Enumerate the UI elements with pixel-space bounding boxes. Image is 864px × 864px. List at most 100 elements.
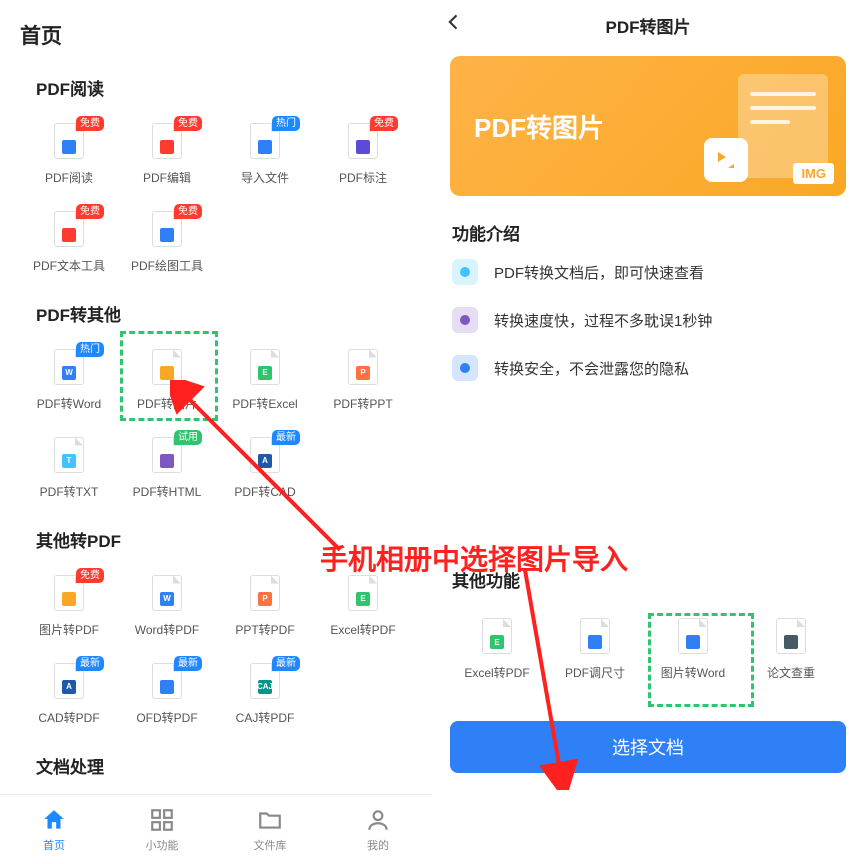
section-pdf-read-title: PDF阅读 [0, 60, 432, 110]
file-icon: E [348, 575, 378, 611]
chevron-left-icon [444, 12, 464, 32]
tool-label: PDF转图片 [137, 395, 197, 412]
feature-text: 转换速度快，过程不多耽误1秒钟 [494, 310, 712, 331]
tool-label: PDF标注 [339, 169, 387, 186]
tool-label: PDF转TXT [40, 483, 99, 500]
tool-convert-0[interactable]: WPDF转Word热门 [20, 336, 118, 424]
tool-label: PDF阅读 [45, 169, 93, 186]
tool-topdf-2[interactable]: P PPT转PDF [216, 562, 314, 650]
badge: 最新 [76, 656, 104, 671]
tool-read-3[interactable]: PDF标注 免费 [314, 110, 412, 198]
badge: 免费 [370, 116, 398, 131]
badge: 最新 [174, 656, 202, 671]
badge: 免费 [174, 204, 202, 219]
tool-read-1[interactable]: PDF编辑 免费 [118, 110, 216, 198]
feature-item-0: PDF转换文档后，即可快速查看 [452, 259, 844, 285]
nav-tools[interactable]: 小功能 [108, 795, 216, 864]
file-icon: P [348, 349, 378, 385]
nav-label: 文件库 [254, 837, 287, 853]
tool-label: 图片转PDF [39, 621, 99, 638]
nav-label: 我的 [367, 837, 389, 853]
feature-icon [452, 259, 478, 285]
other-label: Excel转PDF [464, 664, 529, 681]
file-icon [678, 618, 708, 654]
tool-label: OFD转PDF [136, 709, 197, 726]
banner-img-tag: IMG [793, 163, 834, 184]
file-icon: E [482, 618, 512, 654]
left-screen-home: 首页 PDF阅读 PDF阅读免费PDF编辑免费导入文件热门PDF标注免费PDF文… [0, 0, 432, 864]
feature-item-2: 转换安全，不会泄露您的隐私 [452, 355, 844, 381]
tool-label: CAJ转PDF [236, 709, 295, 726]
tool-topdf-0[interactable]: 图片转PDF免费 [20, 562, 118, 650]
banner-title: PDF转图片 [474, 108, 604, 145]
file-icon [580, 618, 610, 654]
screen-title: PDF转图片 [606, 13, 691, 38]
page-title: 首页 [0, 0, 432, 60]
tool-topdf-4[interactable]: ACAD转PDF最新 [20, 650, 118, 738]
file-icon: T [54, 437, 84, 473]
grid-pdf-convert: WPDF转Word热门 PDF转图片 E PDF转Excel P PDF转PPT T PDF转… [0, 336, 432, 512]
tool-read-2[interactable]: 导入文件热门 [216, 110, 314, 198]
right-screen-pdf-to-image: PDF转图片 PDF转图片 IMG 功能介绍 PDF转换文档后，即可快速查看转换… [432, 0, 864, 864]
nav-label: 首页 [43, 837, 65, 853]
tool-label: Excel转PDF [330, 621, 395, 638]
tool-topdf-1[interactable]: WWord转PDF [118, 562, 216, 650]
badge: 最新 [272, 430, 300, 445]
tool-convert-3[interactable]: P PDF转PPT [314, 336, 412, 424]
feature-icon [452, 355, 478, 381]
section-pdf-convert-title: PDF转其他 [0, 286, 432, 336]
nav-files[interactable]: 文件库 [216, 795, 324, 864]
other-functions-grid: E Excel转PDF PDF调尺寸 图片转Word论文查重 [432, 606, 864, 693]
tool-label: PDF绘图工具 [131, 257, 203, 274]
file-icon: E [250, 349, 280, 385]
header: PDF转图片 [432, 0, 864, 50]
tool-label: Word转PDF [135, 621, 199, 638]
other-item-0[interactable]: E Excel转PDF [448, 606, 546, 693]
tool-label: PDF转HTML [133, 483, 202, 500]
tool-label: PPT转PDF [235, 621, 294, 638]
feature-list: PDF转换文档后，即可快速查看转换速度快，过程不多耽误1秒钟转换安全，不会泄露您… [432, 259, 864, 381]
tool-label: PDF转Word [37, 395, 101, 412]
features-title: 功能介绍 [432, 214, 864, 259]
tool-label: PDF转Excel [232, 395, 297, 412]
tool-read-4[interactable]: PDF文本工具 免费 [20, 198, 118, 286]
grid-to-pdf: 图片转PDF免费WWord转PDF P PPT转PDF E Excel转PDF ACAD转… [0, 562, 432, 738]
bottom-nav: 首页 小功能 文件库 我的 [0, 794, 432, 864]
tool-convert-2[interactable]: E PDF转Excel [216, 336, 314, 424]
badge: 试用 [174, 430, 202, 445]
tool-convert-1[interactable]: PDF转图片 [118, 336, 216, 424]
tool-label: 导入文件 [241, 169, 289, 186]
tool-read-0[interactable]: PDF阅读 免费 [20, 110, 118, 198]
tool-read-5[interactable]: PDF绘图工具 免费 [118, 198, 216, 286]
file-icon: P [250, 575, 280, 611]
other-item-1[interactable]: PDF调尺寸 [546, 606, 644, 693]
select-document-button[interactable]: 选择文档 [450, 721, 846, 773]
nav-me[interactable]: 我的 [324, 795, 432, 864]
feature-item-1: 转换速度快，过程不多耽误1秒钟 [452, 307, 844, 333]
banner-convert-arrow-icon [704, 138, 748, 182]
grid-pdf-read: PDF阅读免费PDF编辑免费导入文件热门PDF标注免费PDF文本工具免费PDF绘… [0, 110, 432, 286]
grid-icon [149, 807, 175, 833]
annotation-text: 手机相册中选择图片导入 [320, 538, 628, 578]
feature-icon [452, 307, 478, 333]
tool-label: PDF文本工具 [33, 257, 105, 274]
other-item-3[interactable]: 论文查重 [742, 606, 840, 693]
tool-topdf-5[interactable]: OFD转PDF 最新 [118, 650, 216, 738]
tool-label: PDF转PPT [333, 395, 392, 412]
other-item-2[interactable]: 图片转Word [644, 606, 742, 693]
badge: 免费 [76, 116, 104, 131]
other-label: PDF调尺寸 [565, 664, 625, 681]
badge: 免费 [174, 116, 202, 131]
tool-convert-5[interactable]: PDF转HTML 试用 [118, 424, 216, 512]
banner: PDF转图片 IMG [450, 56, 846, 196]
tool-label: PDF编辑 [143, 169, 191, 186]
folder-icon [257, 807, 283, 833]
back-button[interactable] [444, 12, 464, 38]
tool-convert-6[interactable]: APDF转CAD最新 [216, 424, 314, 512]
nav-home[interactable]: 首页 [0, 795, 108, 864]
tool-convert-4[interactable]: T PDF转TXT [20, 424, 118, 512]
section-doc-process-title: 文档处理 [0, 738, 432, 788]
file-icon [776, 618, 806, 654]
tool-topdf-6[interactable]: CAJCAJ转PDF最新 [216, 650, 314, 738]
badge: 免费 [76, 204, 104, 219]
